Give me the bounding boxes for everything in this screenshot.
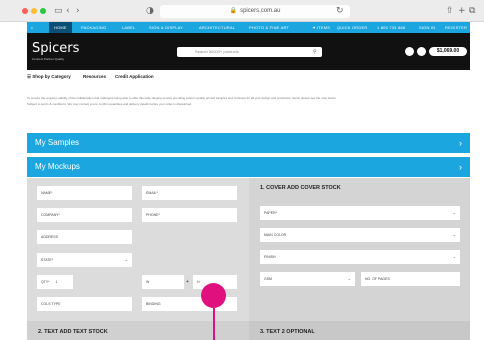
cols-type-field[interactable]: COLS TYPE	[37, 297, 132, 311]
reload-icon[interactable]: ↻	[336, 5, 344, 17]
gsm-select[interactable]: GSM ⌄	[260, 272, 355, 286]
text-2-section[interactable]: 3. TEXT 2 OPTIONAL	[249, 321, 470, 340]
browser-toolbar: ▭ ‹ › ◑ 🔒 spicers.com.au ↻ ⇧ + ⧉	[0, 0, 484, 22]
cart-button[interactable]: $1,069.00	[429, 47, 467, 56]
shop-by-category-menu[interactable]: ☰ Shop by Category	[27, 74, 71, 80]
qty-field[interactable]: QTY* 1	[37, 275, 73, 289]
my-mockups-title: My Mockups	[35, 162, 80, 171]
my-samples-title: My Samples	[35, 138, 80, 147]
paper-label: PAPER*	[264, 211, 277, 215]
chevron-down-icon: ⌄	[452, 254, 456, 259]
cursor-marker	[201, 283, 226, 308]
finish-select[interactable]: FINISH ⌄	[260, 250, 460, 264]
sidebar-icon[interactable]: ▭	[54, 5, 63, 17]
main-color-label: MAIN COLOR	[264, 233, 287, 237]
chevron-right-icon: ›	[459, 138, 462, 148]
url-text: spicers.com.au	[240, 8, 281, 14]
chevron-down-icon: ⌄	[347, 276, 351, 281]
privacy-shield-icon[interactable]: ◑	[146, 5, 154, 17]
text-stock-title: 2. TEXT ADD TEXT STOCK	[38, 329, 108, 335]
forward-icon[interactable]: ›	[76, 5, 80, 17]
plus-sign: +	[186, 279, 189, 285]
qty-value: 1	[55, 280, 58, 284]
chevron-down-icon: ⌄	[452, 210, 456, 215]
email-field[interactable]: EMAIL*	[142, 186, 237, 200]
state-select[interactable]: STATE* ⌄	[37, 253, 132, 267]
contact-details-panel: NAME* EMAIL* COMPANY* PHONE* ADDRESS STA…	[27, 178, 249, 340]
nav-packaging[interactable]: PACKAGING	[81, 22, 106, 33]
company-field[interactable]: COMPANY*	[37, 208, 132, 222]
nav-sign-in[interactable]: SIGN IN	[419, 22, 435, 33]
zoom-window-icon[interactable]	[40, 8, 46, 14]
nav-architectural[interactable]: ARCHITECTURAL	[199, 22, 235, 33]
back-icon[interactable]: ‹	[66, 5, 70, 17]
nav-icon[interactable]: ◐	[31, 22, 34, 33]
cursor-marker-line	[213, 308, 215, 340]
my-mockups-accordion[interactable]: My Mockups ›	[27, 157, 470, 177]
gsm-label: GSM	[264, 277, 272, 281]
name-field[interactable]: NAME*	[37, 186, 132, 200]
search-input[interactable]: Search 50000+ products	[177, 47, 322, 57]
nav-items-link[interactable]: ♥ ITEMS	[313, 22, 330, 33]
cover-stock-panel: 1. COVER ADD COVER STOCK PAPER* ⌄ MAIN C…	[249, 178, 470, 340]
sub-navigation: ☰ Shop by Category Resources Credit Appl…	[27, 70, 470, 84]
nav-home[interactable]: HOME	[49, 22, 72, 33]
text-2-title: 3. TEXT 2 OPTIONAL	[260, 329, 315, 335]
address-bar[interactable]: 🔒 spicers.com.au	[160, 5, 350, 18]
intro-text: To ensure the ongoing viability of the c…	[27, 95, 470, 107]
wishlist-icon[interactable]	[417, 47, 426, 56]
account-icon[interactable]	[405, 47, 414, 56]
nav-register[interactable]: REGISTER	[445, 22, 467, 33]
main-color-select[interactable]: MAIN COLOR ⌄	[260, 228, 460, 242]
chevron-right-icon: ›	[459, 162, 462, 172]
spicers-logo[interactable]: Spicers	[32, 41, 79, 56]
top-navigation: ◐ HOME PACKAGING LABEL SIGN & DISPLAY AR…	[27, 22, 470, 33]
nav-phone[interactable]: 1 800 733 888	[377, 22, 405, 33]
nav-photo-fine-art[interactable]: PHOTO & FINE ART	[249, 22, 289, 33]
site-header: Spicers Connect Partner Quality Search 5…	[27, 33, 470, 70]
chevron-down-icon: ⌄	[452, 232, 456, 237]
nav-quick-order[interactable]: QUICK ORDER	[337, 22, 367, 33]
credit-application-link[interactable]: Credit Application	[115, 74, 154, 79]
new-tab-icon[interactable]: +	[458, 5, 466, 17]
finish-label: FINISH	[264, 255, 276, 259]
nav-sign-display[interactable]: SIGN & DISPLAY	[149, 22, 183, 33]
paper-select[interactable]: PAPER* ⌄	[260, 206, 460, 220]
pages-field[interactable]: NO. OF PAGES	[361, 272, 460, 286]
chevron-down-icon: ⌄	[124, 257, 128, 262]
resources-link[interactable]: Resources	[83, 74, 106, 79]
close-window-icon[interactable]	[22, 8, 28, 14]
address-field[interactable]: ADDRESS	[37, 230, 132, 244]
minimize-window-icon[interactable]	[31, 8, 37, 14]
qty-label: QTY*	[41, 280, 50, 284]
width-field[interactable]: W	[142, 275, 184, 289]
lock-icon: 🔒	[229, 8, 238, 14]
text-stock-section[interactable]: 2. TEXT ADD TEXT STOCK	[27, 321, 249, 340]
state-label: STATE*	[41, 258, 54, 262]
intro-line: Subject to terms & conditions. We may co…	[27, 102, 192, 106]
logo-tagline: Connect Partner Quality	[32, 57, 65, 61]
phone-field[interactable]: PHONE*	[142, 208, 237, 222]
nav-label[interactable]: LABEL	[122, 22, 135, 33]
cover-stock-title: 1. COVER ADD COVER STOCK	[260, 185, 341, 191]
tab-overview-icon[interactable]: ⧉	[469, 5, 475, 17]
my-samples-accordion[interactable]: My Samples ›	[27, 133, 470, 153]
share-icon[interactable]: ⇧	[446, 5, 454, 17]
